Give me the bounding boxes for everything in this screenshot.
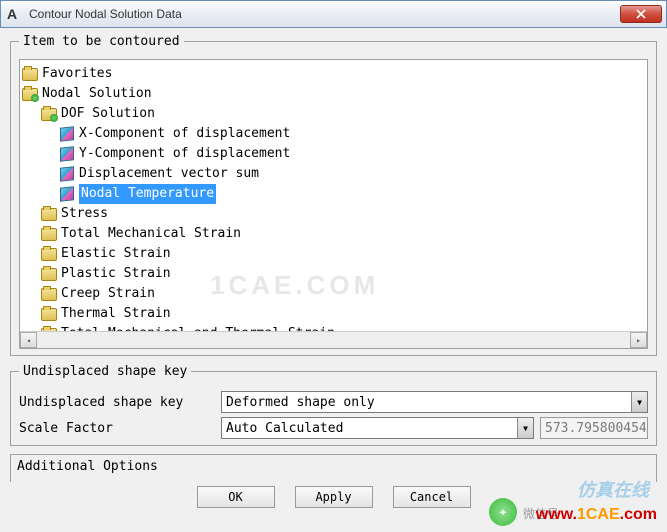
folder-icon bbox=[41, 288, 57, 301]
undisplaced-shape-group: Undisplaced shape key Undisplaced shape … bbox=[10, 364, 657, 446]
cancel-button[interactable]: Cancel bbox=[393, 486, 471, 508]
tree-item-stress[interactable]: Stress bbox=[22, 204, 645, 224]
tree-label: Favorites bbox=[42, 64, 112, 84]
additional-options-group[interactable]: Additional Options bbox=[10, 454, 657, 482]
app-icon: A bbox=[7, 6, 23, 22]
tree-label: Stress bbox=[61, 204, 108, 224]
tree-label: Nodal Solution bbox=[42, 84, 152, 104]
tree-item-creep-strain[interactable]: Creep Strain bbox=[22, 284, 645, 304]
tree-item-total-mech-strain[interactable]: Total Mechanical Strain bbox=[22, 224, 645, 244]
scale-factor-dropdown[interactable]: Auto Calculated ▼ bbox=[221, 417, 534, 439]
dialog-body: Item to be contoured Favorites Nodal Sol… bbox=[0, 28, 667, 512]
tree-item-nodal-solution[interactable]: Nodal Solution bbox=[22, 84, 645, 104]
folder-icon bbox=[41, 268, 57, 281]
close-icon bbox=[636, 9, 646, 19]
folder-icon bbox=[22, 68, 38, 81]
scroll-right-button[interactable]: ▸ bbox=[630, 332, 647, 348]
tree-label: Plastic Strain bbox=[61, 264, 171, 284]
tree-item-y-disp[interactable]: Y-Component of displacement bbox=[22, 144, 645, 164]
result-icon bbox=[60, 166, 74, 181]
item-to-be-contoured-group: Item to be contoured Favorites Nodal Sol… bbox=[10, 34, 657, 356]
solution-tree[interactable]: Favorites Nodal Solution DOF Solution X-… bbox=[20, 60, 647, 348]
horizontal-scrollbar[interactable]: ◂ ▸ bbox=[20, 331, 647, 348]
close-button[interactable] bbox=[620, 5, 662, 23]
chevron-down-icon: ▼ bbox=[517, 418, 533, 438]
tree-label: Creep Strain bbox=[61, 284, 155, 304]
item-legend: Item to be contoured bbox=[19, 34, 184, 49]
tree-label-selected: Nodal Temperature bbox=[79, 184, 216, 204]
result-icon bbox=[60, 186, 74, 201]
tree-label: Displacement vector sum bbox=[79, 164, 259, 184]
tree-label: Thermal Strain bbox=[61, 304, 171, 324]
scale-factor-value-field: 573.795800454 bbox=[540, 417, 648, 439]
ok-button[interactable]: OK bbox=[197, 486, 275, 508]
folder-icon bbox=[41, 308, 57, 321]
tree-item-thermal-strain[interactable]: Thermal Strain bbox=[22, 304, 645, 324]
window-title: Contour Nodal Solution Data bbox=[29, 7, 620, 21]
tree-item-dof-solution[interactable]: DOF Solution bbox=[22, 104, 645, 124]
undisplaced-shape-label: Undisplaced shape key bbox=[19, 395, 215, 410]
tree-label: Elastic Strain bbox=[61, 244, 171, 264]
button-bar: OK Apply Cancel bbox=[10, 482, 657, 512]
scroll-left-button[interactable]: ◂ bbox=[20, 332, 37, 348]
additional-options-label: Additional Options bbox=[17, 459, 158, 474]
folder-open-icon bbox=[41, 108, 57, 121]
tree-label: Y-Component of displacement bbox=[79, 144, 290, 164]
tree-item-elastic-strain[interactable]: Elastic Strain bbox=[22, 244, 645, 264]
tree-label: Total Mechanical Strain bbox=[61, 224, 241, 244]
tree-label: X-Component of displacement bbox=[79, 124, 290, 144]
folder-icon bbox=[41, 208, 57, 221]
apply-button[interactable]: Apply bbox=[295, 486, 373, 508]
chevron-down-icon: ▼ bbox=[631, 392, 647, 412]
tree-item-favorites[interactable]: Favorites bbox=[22, 64, 645, 84]
tree-item-x-disp[interactable]: X-Component of displacement bbox=[22, 124, 645, 144]
dropdown-value: Auto Calculated bbox=[222, 421, 517, 436]
tree-container: Favorites Nodal Solution DOF Solution X-… bbox=[19, 59, 648, 349]
tree-item-plastic-strain[interactable]: Plastic Strain bbox=[22, 264, 645, 284]
tree-item-disp-vec-sum[interactable]: Displacement vector sum bbox=[22, 164, 645, 184]
undisplaced-shape-dropdown[interactable]: Deformed shape only ▼ bbox=[221, 391, 648, 413]
folder-icon bbox=[41, 248, 57, 261]
scale-factor-label: Scale Factor bbox=[19, 421, 215, 436]
folder-icon bbox=[41, 228, 57, 241]
result-icon bbox=[60, 126, 74, 141]
tree-item-nodal-temp[interactable]: Nodal Temperature bbox=[22, 184, 645, 204]
undisplaced-legend: Undisplaced shape key bbox=[19, 364, 191, 379]
dropdown-value: Deformed shape only bbox=[222, 395, 631, 410]
result-icon bbox=[60, 146, 74, 161]
tree-label: DOF Solution bbox=[61, 104, 155, 124]
scroll-track[interactable] bbox=[37, 332, 630, 348]
title-bar: A Contour Nodal Solution Data bbox=[0, 0, 667, 28]
folder-open-icon bbox=[22, 88, 38, 101]
